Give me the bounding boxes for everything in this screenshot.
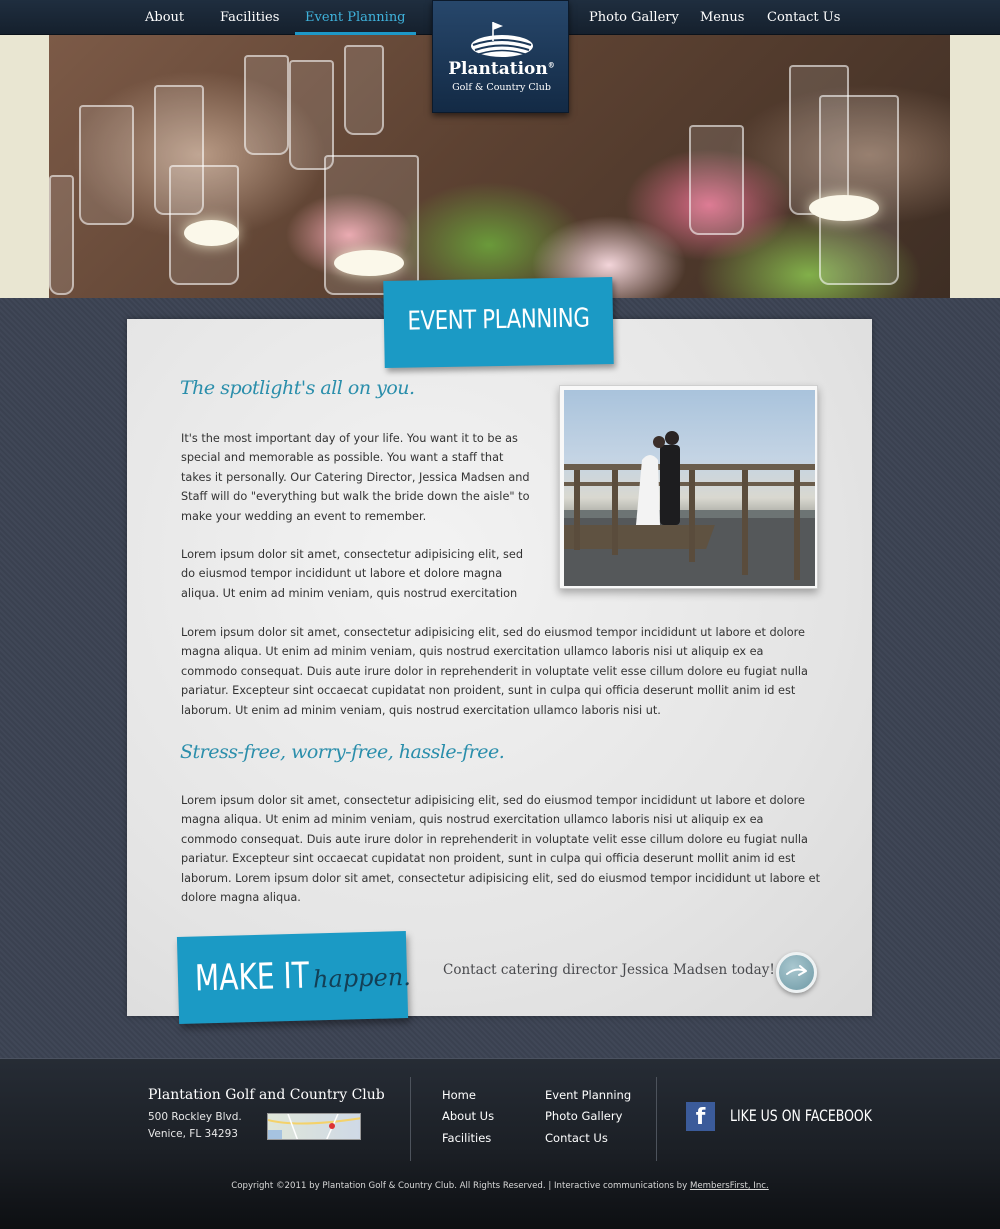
paragraph-2: Lorem ipsum dolor sit amet, consectetur …	[181, 548, 524, 600]
nav-about[interactable]: About	[145, 0, 184, 35]
footer	[0, 1058, 1000, 1229]
club-logo[interactable]: Plantation® Golf & Country Club	[432, 0, 569, 113]
page-title: EVENT PLANNING	[407, 303, 590, 337]
facebook-icon[interactable]: f	[686, 1102, 715, 1131]
footer-divider-1	[410, 1077, 411, 1161]
footer-link-photo-gallery[interactable]: Photo Gallery	[545, 1109, 622, 1123]
footer-club-name: Plantation Golf and Country Club	[148, 1087, 385, 1103]
wedding-photo-image	[564, 390, 815, 586]
cta-contact-text[interactable]: Contact catering director Jessica Madsen…	[443, 962, 775, 978]
copyright: Copyright ©2011 by Plantation Golf & Cou…	[0, 1181, 1000, 1191]
logo-subtitle: Golf & Country Club	[452, 82, 551, 93]
footer-link-home[interactable]: Home	[442, 1088, 476, 1102]
footer-address-line2: Venice, FL 34293	[148, 1128, 238, 1140]
footer-address-line1: 500 Rockley Blvd.	[148, 1111, 242, 1123]
footer-link-about-us[interactable]: About Us	[442, 1109, 494, 1123]
make-it-happen-banner: MAKE IT happen.	[176, 931, 412, 1024]
nav-facilities[interactable]: Facilities	[220, 0, 279, 35]
heading-spotlight: The spotlight's all on you.	[180, 377, 415, 399]
paragraph-4: Lorem ipsum dolor sit amet, consectetur …	[181, 794, 821, 905]
cta-happen-text: happen.	[312, 962, 412, 994]
nav-event-planning[interactable]: Event Planning	[295, 0, 416, 35]
footer-link-event-planning[interactable]: Event Planning	[545, 1088, 631, 1102]
footer-divider-2	[656, 1077, 657, 1161]
intro-paragraph: It's the most important day of your life…	[181, 432, 530, 523]
page-title-ribbon: EVENT PLANNING	[383, 277, 614, 368]
nav-menus[interactable]: Menus	[700, 0, 744, 35]
arrow-right-icon[interactable]	[776, 952, 817, 993]
cta-make-text: MAKE IT	[194, 955, 310, 1000]
facebook-like-link[interactable]: LIKE US ON FACEBOOK	[730, 1106, 872, 1125]
heading-stress-free: Stress-free, worry-free, hassle-free.	[180, 741, 505, 763]
wedding-photo	[559, 385, 818, 589]
paragraph-3: Lorem ipsum dolor sit amet, consectetur …	[181, 626, 808, 717]
nav-contact-us[interactable]: Contact Us	[767, 0, 840, 35]
footer-link-facilities[interactable]: Facilities	[442, 1131, 491, 1145]
footer-link-contact-us[interactable]: Contact Us	[545, 1131, 608, 1145]
membersfirst-link[interactable]: MembersFirst, Inc.	[690, 1181, 769, 1191]
map-thumbnail[interactable]	[267, 1113, 361, 1140]
copyright-text: Copyright ©2011 by Plantation Golf & Cou…	[231, 1181, 690, 1191]
golf-flag-icon	[471, 22, 533, 57]
nav-photo-gallery[interactable]: Photo Gallery	[589, 0, 679, 35]
logo-name: Plantation®	[448, 59, 555, 79]
